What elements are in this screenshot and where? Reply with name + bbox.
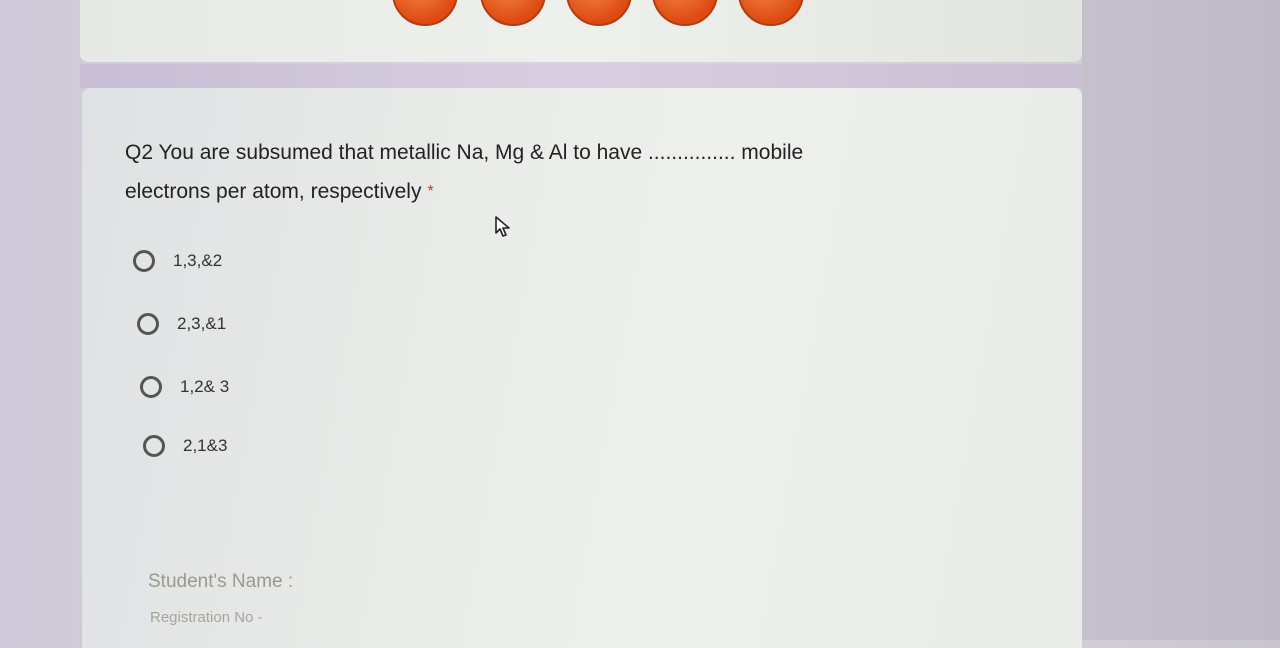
question-line-2: electrons per atom, respectively <box>125 180 422 203</box>
option-label: 2,1&3 <box>183 436 228 455</box>
background-right-panel <box>1082 0 1280 640</box>
option-4[interactable]: 2,1&3 <box>143 435 227 457</box>
question-text: Q2 You are subsumed that metallic Na, Mg… <box>125 133 965 211</box>
registration-label: Registration No - <box>150 609 263 626</box>
radio-button[interactable] <box>137 313 159 335</box>
question-line-1: Q2 You are subsumed that metallic Na, Mg… <box>125 141 804 164</box>
option-3[interactable]: 1,2& 3 <box>140 376 229 398</box>
option-2[interactable]: 2,3,&1 <box>137 313 226 335</box>
option-label: 1,3,&2 <box>173 251 223 270</box>
option-label: 1,2& 3 <box>180 377 230 396</box>
radio-button[interactable] <box>140 376 162 398</box>
section-divider <box>80 64 1082 88</box>
option-label: 2,3,&1 <box>177 314 227 333</box>
radio-button[interactable] <box>143 435 165 457</box>
option-1[interactable]: 1,3,&2 <box>133 250 222 272</box>
required-asterisk: * <box>427 183 434 200</box>
mouse-cursor-icon <box>495 216 510 237</box>
student-name-label: Student's Name : <box>148 571 294 592</box>
radio-button[interactable] <box>133 250 155 272</box>
